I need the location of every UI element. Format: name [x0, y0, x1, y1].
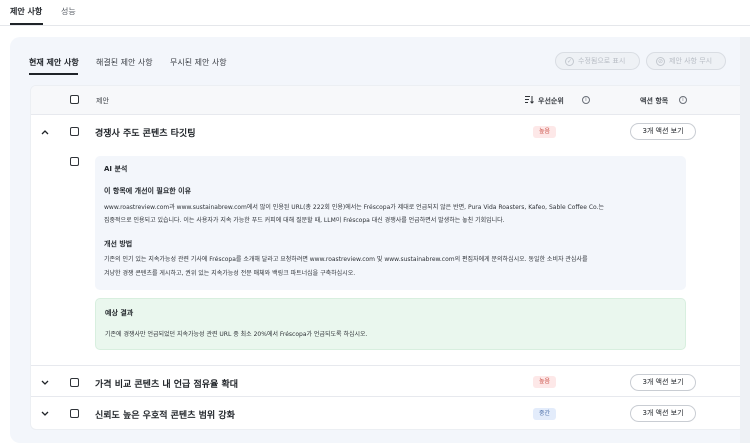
priority-badge: 중간: [533, 408, 557, 420]
tab-suggestions[interactable]: 제안 사항: [10, 6, 42, 17]
row-title[interactable]: 경쟁사 주도 콘텐츠 타깃팅: [95, 126, 195, 139]
actions-info-icon[interactable]: i: [679, 96, 687, 104]
ignore-label: 제안 사항 무시: [669, 57, 713, 65]
mark-fixed-label: 수정됨으로 표시: [578, 57, 626, 65]
priority-badge: 높음: [533, 376, 557, 388]
row-checkbox[interactable]: [70, 127, 79, 136]
why-text-line-1: www.roastreview.com과 www.sustainabrew.co…: [104, 204, 605, 211]
how-title: 개선 방법: [104, 240, 133, 248]
scroll-gutter: [740, 37, 750, 443]
subtab-resolved[interactable]: 해결된 제안 사항: [96, 57, 153, 68]
column-actions: 액션 항목: [640, 97, 669, 105]
column-suggestion: 제안: [96, 97, 109, 105]
view-actions-button[interactable]: 3개 액션 보기: [630, 123, 696, 140]
select-all-checkbox[interactable]: [70, 95, 79, 104]
row-title[interactable]: 가격 비교 콘텐츠 내 언급 점유율 확대: [95, 377, 238, 390]
active-subtab-indicator: [29, 73, 78, 75]
subtab-current[interactable]: 현재 제안 사항: [29, 57, 79, 68]
subtab-ignored[interactable]: 무시된 제안 사항: [170, 57, 227, 68]
row-checkbox[interactable]: [70, 378, 79, 387]
tab-performance[interactable]: 성능: [61, 6, 76, 17]
priority-info-icon[interactable]: i: [582, 96, 590, 104]
view-actions-button[interactable]: 3개 액션 보기: [630, 374, 696, 391]
why-text-line-2: 집중적으로 인용되고 있습니다. 이는 사용자가 지속 가능한 푸드 커피에 대…: [104, 217, 505, 224]
expected-result-box: 예상 결과 기존에 경쟁사만 언급되었던 지속가능성 관련 URL 중 최소 2…: [95, 298, 686, 350]
top-tab-bar: 제안 사항 성능: [0, 0, 750, 26]
ai-analysis-title: AI 분석: [104, 165, 128, 173]
why-title: 이 항목에 개선이 필요한 이유: [104, 187, 192, 195]
divider: [0, 25, 750, 26]
expected-result-title: 예상 결과: [105, 309, 134, 317]
ai-analysis-box: AI 분석 이 항목에 개선이 필요한 이유 www.roastreview.c…: [95, 156, 686, 290]
sort-desc-icon[interactable]: [524, 95, 534, 106]
view-actions-button[interactable]: 3개 액션 보기: [630, 405, 696, 422]
row-divider: [31, 396, 744, 397]
row-title[interactable]: 신뢰도 높은 우호적 콘텐츠 범위 강화: [95, 408, 235, 421]
chevron-down-icon[interactable]: [40, 409, 50, 419]
expected-result-text: 기존에 경쟁사만 언급되었던 지속가능성 관련 URL 중 최소 20%에서 F…: [105, 331, 368, 338]
priority-badge: 높음: [533, 126, 557, 138]
row-divider: [31, 365, 744, 366]
table-header: 제안 우선순위 i 액션 항목 i: [31, 86, 744, 115]
how-text-line-2: 겨냥한 경쟁 콘텐츠를 게시하고, 권위 있는 지속가능성 전문 매체와 백링크…: [104, 270, 356, 277]
ignore-circle-icon: ⊘: [656, 56, 665, 66]
check-circle-icon: ✓: [565, 56, 574, 66]
sub-checkbox[interactable]: [70, 157, 79, 166]
mark-fixed-button[interactable]: ✓ 수정됨으로 표시: [555, 52, 640, 70]
chevron-up-icon[interactable]: [40, 127, 50, 137]
how-text-line-1: 기존의 인기 있는 지속가능성 관련 기사에 Fréscopa를 소개해 달라고…: [104, 256, 588, 263]
ignore-suggestion-button[interactable]: ⊘ 제안 사항 무시: [646, 52, 726, 70]
row-checkbox[interactable]: [70, 409, 79, 418]
column-priority[interactable]: 우선순위: [538, 96, 564, 106]
chevron-down-icon[interactable]: [40, 378, 50, 388]
